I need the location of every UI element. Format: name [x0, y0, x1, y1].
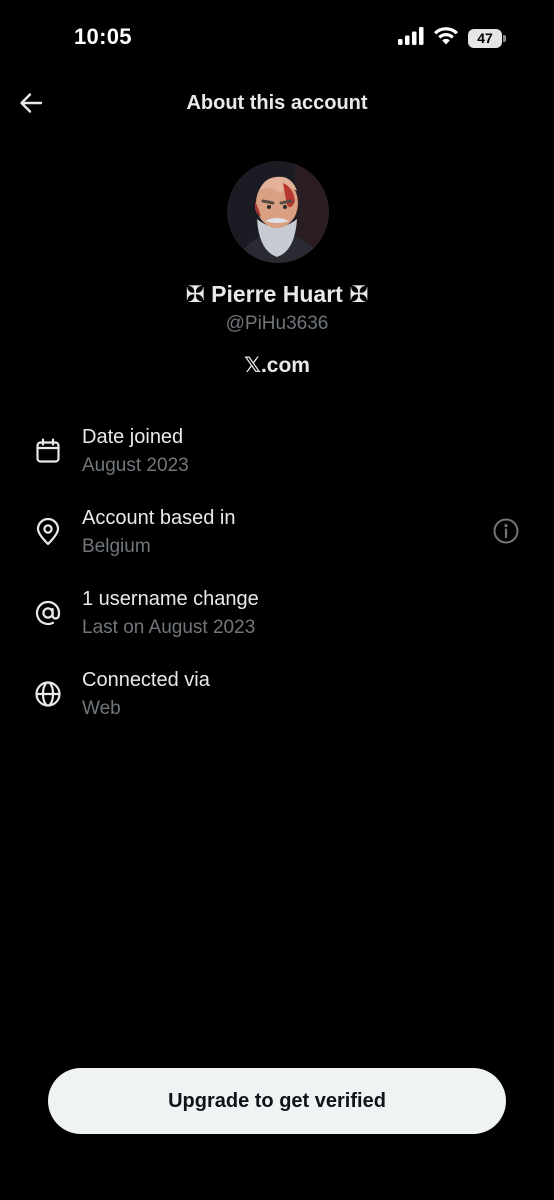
- info-title: Connected via: [82, 669, 210, 691]
- account-info-list: Date joined August 2023 Account based in…: [0, 418, 554, 742]
- display-name: ✠ Pierre Huart ✠: [185, 281, 369, 307]
- calendar-icon: [33, 436, 63, 466]
- info-title: 1 username change: [82, 588, 259, 610]
- header: About this account: [0, 76, 554, 132]
- info-row-date-joined: Date joined August 2023: [0, 418, 554, 499]
- info-row-connected-via: Connected via Web: [0, 661, 554, 742]
- battery-level: 47: [468, 28, 502, 48]
- page-title: About this account: [186, 92, 368, 114]
- at-sign-icon: [33, 598, 63, 628]
- info-subtitle: Belgium: [82, 536, 151, 557]
- battery-icon: 47: [468, 28, 506, 48]
- info-subtitle: Web: [82, 698, 121, 719]
- info-subtitle: August 2023: [82, 455, 189, 476]
- source-link[interactable]: 𝕏.com: [0, 353, 554, 378]
- info-title: Date joined: [82, 426, 184, 448]
- info-row-account-based-in: Account based in Belgium: [0, 499, 554, 580]
- location-pin-icon: [33, 517, 63, 547]
- status-time: 10:05: [74, 24, 132, 49]
- user-handle: @PiHu3636: [225, 313, 329, 334]
- status-icons: 47: [398, 26, 506, 50]
- wifi-icon: [433, 26, 459, 50]
- avatar[interactable]: [227, 161, 329, 263]
- info-title: Account based in: [82, 507, 236, 529]
- info-subtitle: Last on August 2023: [82, 617, 256, 638]
- status-bar: 10:05 47: [0, 0, 554, 76]
- globe-icon: [33, 679, 63, 709]
- cellular-signal-icon: [398, 26, 424, 50]
- upgrade-verified-button[interactable]: Upgrade to get verified: [48, 1068, 506, 1134]
- info-circle-icon[interactable]: [492, 517, 520, 545]
- info-row-username-change: 1 username change Last on August 2023: [0, 580, 554, 661]
